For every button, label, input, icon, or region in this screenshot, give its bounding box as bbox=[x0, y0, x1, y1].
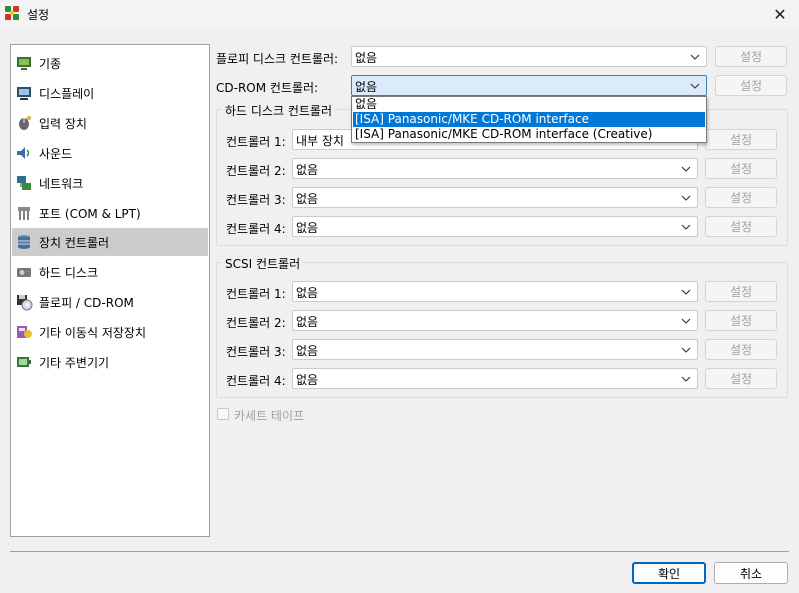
scsi-controller-1-configure-button[interactable]: 설정 bbox=[705, 281, 777, 302]
chevron-down-icon bbox=[681, 318, 691, 324]
cdrom-controller-value: 없음 bbox=[355, 80, 378, 94]
scsi-controller-2-configure-button[interactable]: 설정 bbox=[705, 310, 777, 331]
chevron-down-icon bbox=[690, 83, 700, 89]
cdrom-controller-select[interactable]: 없음 bbox=[351, 75, 707, 96]
hdd-controller-2-select[interactable]: 없음 bbox=[292, 158, 698, 179]
hdd-controller-4-value: 없음 bbox=[296, 221, 319, 235]
storage-controller-icon bbox=[18, 235, 30, 249]
hdd-controller-3-label: 컨트롤러 3: bbox=[226, 193, 286, 207]
cassette-checkbox-label: 카세트 테이프 bbox=[234, 409, 305, 423]
peripherals-icon bbox=[17, 357, 31, 367]
removable-storage-icon bbox=[17, 326, 32, 338]
sidebar-item-other-peripherals[interactable]: 기타 주변기기 bbox=[12, 348, 208, 376]
scsi-controllers-group-title: SCSI 컨트롤러 bbox=[222, 255, 304, 272]
dropdown-option[interactable]: 없음 bbox=[353, 97, 705, 112]
sidebar-item-label: 플로피 / CD-ROM bbox=[39, 295, 134, 310]
ok-button[interactable]: 확인 bbox=[632, 562, 706, 584]
sidebar-item-label: 사운드 bbox=[39, 146, 73, 161]
sidebar-item-floppy-cdrom[interactable]: 플로피 / CD-ROM bbox=[12, 288, 208, 316]
chevron-down-icon bbox=[681, 195, 691, 201]
floppy-controller-label: 플로피 디스크 컨트롤러: bbox=[216, 52, 339, 66]
sound-icon bbox=[17, 147, 30, 159]
floppy-configure-button[interactable]: 설정 bbox=[715, 46, 787, 67]
sidebar-item-hard-disks[interactable]: 하드 디스크 bbox=[12, 258, 208, 286]
footer-separator bbox=[10, 551, 789, 552]
scsi-controller-4-label: 컨트롤러 4: bbox=[226, 374, 286, 388]
cdrom-configure-button[interactable]: 설정 bbox=[715, 75, 787, 96]
settings-category-list[interactable]: 기종 디스플레이 입력 장치 사운드 네트워크 포트 (COM & LPT) 장… bbox=[10, 44, 210, 537]
sidebar-item-removable-storage[interactable]: 기타 이동식 저장장치 bbox=[12, 318, 208, 346]
sidebar-item-label: 디스플레이 bbox=[39, 86, 95, 101]
machine-icon bbox=[17, 57, 31, 70]
sidebar-item-display[interactable]: 디스플레이 bbox=[12, 79, 208, 107]
scsi-controller-2-value: 없음 bbox=[296, 315, 319, 329]
sidebar-item-label: 기타 이동식 저장장치 bbox=[39, 325, 146, 340]
title-bar: 설정 ✕ bbox=[0, 0, 799, 28]
floppy-cdrom-icon bbox=[17, 295, 33, 311]
chevron-down-icon bbox=[681, 376, 691, 382]
sidebar-item-label: 네트워크 bbox=[39, 176, 84, 191]
window-title: 설정 bbox=[27, 8, 50, 22]
sidebar-item-label: 하드 디스크 bbox=[39, 265, 99, 280]
dropdown-option[interactable]: [ISA] Panasonic/MKE CD-ROM interface (Cr… bbox=[353, 127, 705, 142]
hdd-controller-2-label: 컨트롤러 2: bbox=[226, 164, 286, 178]
sidebar-item-ports[interactable]: 포트 (COM & LPT) bbox=[12, 199, 208, 227]
cassette-checkbox[interactable] bbox=[217, 408, 229, 420]
close-icon[interactable]: ✕ bbox=[770, 4, 790, 24]
app-icon bbox=[5, 6, 19, 20]
scsi-controller-4-select[interactable]: 없음 bbox=[292, 368, 698, 389]
dropdown-option-highlighted[interactable]: [ISA] Panasonic/MKE CD-ROM interface bbox=[353, 112, 705, 127]
hdd-controller-2-configure-button[interactable]: 설정 bbox=[705, 158, 777, 179]
scsi-controller-1-label: 컨트롤러 1: bbox=[226, 287, 286, 301]
chevron-down-icon bbox=[681, 166, 691, 172]
floppy-controller-value: 없음 bbox=[355, 51, 378, 65]
sidebar-item-label: 기종 bbox=[39, 56, 62, 71]
hdd-controller-1-configure-button[interactable]: 설정 bbox=[705, 129, 777, 150]
display-icon bbox=[17, 87, 31, 100]
network-icon bbox=[17, 176, 31, 190]
sidebar-item-network[interactable]: 네트워크 bbox=[12, 169, 208, 197]
scsi-controller-3-select[interactable]: 없음 bbox=[292, 339, 698, 360]
ports-icon bbox=[18, 207, 30, 220]
hdd-controller-4-configure-button[interactable]: 설정 bbox=[705, 216, 777, 237]
hard-disk-icon bbox=[17, 268, 31, 277]
cdrom-controller-dropdown-list[interactable]: 없음 [ISA] Panasonic/MKE CD-ROM interface … bbox=[351, 96, 707, 143]
hdd-controllers-group-title: 하드 디스크 컨트롤러 bbox=[222, 102, 335, 119]
chevron-down-icon bbox=[681, 224, 691, 230]
hdd-controller-4-label: 컨트롤러 4: bbox=[226, 222, 286, 236]
sidebar-item-storage-controllers[interactable]: 장치 컨트롤러 bbox=[12, 228, 208, 256]
hdd-controller-3-configure-button[interactable]: 설정 bbox=[705, 187, 777, 208]
scsi-controller-3-label: 컨트롤러 3: bbox=[226, 345, 286, 359]
sidebar-item-input-devices[interactable]: 입력 장치 bbox=[12, 109, 208, 137]
scsi-controller-2-select[interactable]: 없음 bbox=[292, 310, 698, 331]
cdrom-controller-label: CD-ROM 컨트롤러: bbox=[216, 81, 319, 95]
hdd-controller-1-value: 내부 장치 bbox=[296, 134, 344, 148]
scsi-controller-1-value: 없음 bbox=[296, 286, 319, 300]
sidebar-item-label: 입력 장치 bbox=[39, 116, 87, 131]
cancel-button[interactable]: 취소 bbox=[714, 562, 788, 584]
sidebar-item-sound[interactable]: 사운드 bbox=[12, 139, 208, 167]
chevron-down-icon bbox=[681, 347, 691, 353]
scsi-controller-3-configure-button[interactable]: 설정 bbox=[705, 339, 777, 360]
hdd-controller-2-value: 없음 bbox=[296, 163, 319, 177]
hdd-controller-3-select[interactable]: 없음 bbox=[292, 187, 698, 208]
scsi-controller-1-select[interactable]: 없음 bbox=[292, 281, 698, 302]
sidebar-item-machine[interactable]: 기종 bbox=[12, 49, 208, 77]
sidebar-item-label: 포트 (COM & LPT) bbox=[39, 206, 141, 221]
chevron-down-icon bbox=[681, 289, 691, 295]
hdd-controller-3-value: 없음 bbox=[296, 192, 319, 206]
scsi-controller-4-value: 없음 bbox=[296, 373, 319, 387]
hdd-controller-4-select[interactable]: 없음 bbox=[292, 216, 698, 237]
sidebar-item-label: 장치 컨트롤러 bbox=[39, 235, 110, 250]
scsi-controller-4-configure-button[interactable]: 설정 bbox=[705, 368, 777, 389]
chevron-down-icon bbox=[690, 54, 700, 60]
input-device-icon bbox=[19, 116, 31, 130]
hdd-controller-1-label: 컨트롤러 1: bbox=[226, 135, 286, 149]
floppy-controller-select[interactable]: 없음 bbox=[351, 46, 707, 67]
scsi-controller-3-value: 없음 bbox=[296, 344, 319, 358]
sidebar-item-label: 기타 주변기기 bbox=[39, 355, 110, 370]
scsi-controller-2-label: 컨트롤러 2: bbox=[226, 316, 286, 330]
